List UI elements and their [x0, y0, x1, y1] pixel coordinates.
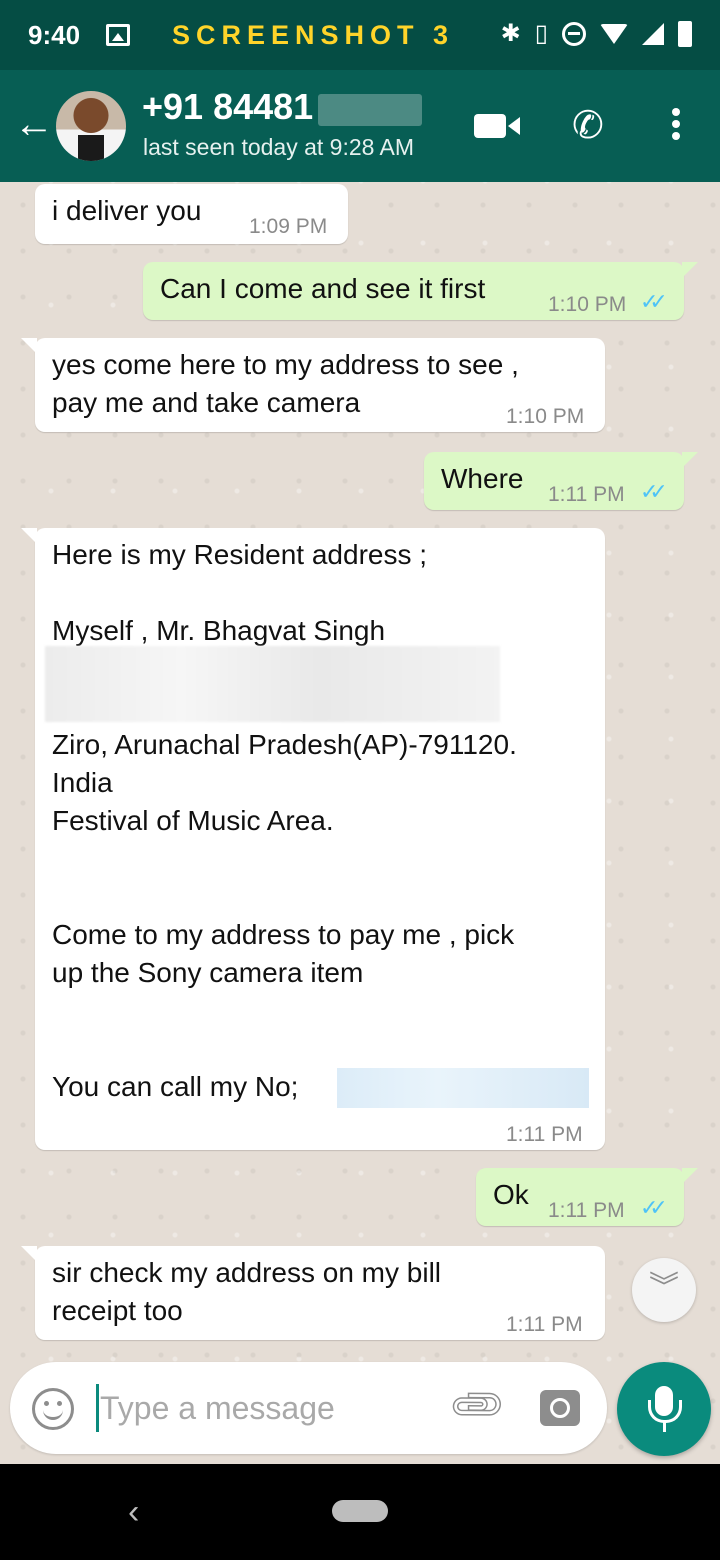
redacted-number — [318, 94, 422, 126]
incoming-message[interactable]: Here is my Resident address ; Myself , M… — [21, 528, 605, 1150]
screenshot-label: SCREENSHOT 3 — [172, 20, 455, 50]
message-line: up the Sony camera item — [52, 957, 364, 988]
read-receipt-icon: ✓✓ — [640, 289, 668, 314]
phone-icon[interactable]: ✆ — [572, 106, 604, 146]
message-text: Where — [441, 463, 524, 494]
incoming-message[interactable]: yes come here to my address to see , pay… — [21, 338, 605, 432]
message-text: Ok — [493, 1179, 529, 1210]
message-time: 1:11 PM — [506, 1313, 583, 1336]
read-receipt-icon: ✓✓ — [640, 1195, 668, 1220]
incoming-message[interactable]: i deliver you 1:09 PM — [35, 184, 348, 244]
do-not-disturb-icon — [562, 22, 586, 46]
message-line: Come to my address to pay me , pick — [52, 919, 515, 950]
bluetooth-icon: ✱ — [500, 20, 521, 47]
chat-area[interactable]: i deliver you 1:09 PM Can I come and see… — [0, 182, 720, 1464]
avatar[interactable] — [56, 91, 126, 161]
message-time: 1:11 PM — [548, 483, 625, 506]
vibrate-icon: ▯ — [534, 20, 548, 47]
message-time: 1:10 PM — [506, 405, 585, 428]
status-bar: 9:40 SCREENSHOT 3 ✱ ▯ — [0, 0, 720, 70]
mic-button[interactable] — [617, 1362, 711, 1456]
outgoing-message[interactable]: Can I come and see it first 1:10 PM ✓✓ — [143, 262, 698, 320]
message-text: sir check my address on my bill receipt … — [52, 1257, 442, 1326]
message-line: Here is my Resident address ; — [52, 539, 428, 570]
arrow-left-icon[interactable]: ← — [14, 104, 54, 144]
read-receipt-icon: ✓✓ — [640, 479, 668, 504]
nav-home-pill[interactable] — [332, 1500, 388, 1522]
redacted-phone-number — [337, 1068, 589, 1108]
message-time: 1:11 PM — [548, 1199, 625, 1222]
message-time: 1:11 PM — [506, 1123, 583, 1146]
chat-header: ← +91 84481 last seen today at 9:28 AM ✆ — [0, 70, 720, 182]
outgoing-message[interactable]: Where 1:11 PM ✓✓ — [424, 452, 698, 510]
wifi-icon — [600, 24, 628, 44]
message-line: Ziro, Arunachal Pradesh(AP)-791120. — [52, 729, 517, 760]
emoji-icon[interactable] — [32, 1388, 74, 1430]
double-chevron-down-icon[interactable]: ︾ — [632, 1258, 696, 1322]
message-time: 1:10 PM — [548, 293, 627, 316]
status-icons: ✱ ▯ — [501, 18, 692, 50]
message-line: India — [52, 767, 113, 798]
message-line: Festival of Music Area. — [52, 805, 334, 836]
image-notification-icon — [106, 24, 130, 46]
nav-back-icon[interactable]: ‹ — [128, 1492, 139, 1532]
message-input[interactable] — [100, 1378, 430, 1438]
redacted-address — [45, 646, 500, 722]
mic-icon — [648, 1386, 682, 1432]
cell-signal-icon — [642, 23, 664, 45]
message-line: Myself , Mr. Bhagvat Singh — [52, 615, 386, 646]
paperclip-icon[interactable]: 📎︎ — [446, 1374, 510, 1438]
incoming-message[interactable]: sir check my address on my bill receipt … — [21, 1246, 605, 1340]
last-seen-status: last seen today at 9:28 AM — [143, 134, 415, 160]
contact-name[interactable]: +91 84481 — [142, 86, 313, 128]
message-text: Can I come and see it first — [160, 273, 486, 304]
video-camera-icon[interactable] — [474, 114, 506, 138]
message-text: yes come here to my address to see , pay… — [52, 349, 519, 418]
camera-icon[interactable] — [540, 1390, 580, 1426]
text-cursor — [96, 1384, 99, 1432]
message-time: 1:09 PM — [249, 215, 328, 238]
more-vert-icon[interactable] — [666, 106, 686, 146]
battery-icon — [678, 21, 692, 47]
message-composer: 📎︎ — [10, 1362, 607, 1454]
outgoing-message[interactable]: Ok 1:11 PM ✓✓ — [476, 1168, 698, 1226]
message-line: You can call my No; — [52, 1071, 299, 1102]
status-time: 9:40 — [28, 20, 81, 50]
message-text: i deliver you — [52, 195, 202, 226]
